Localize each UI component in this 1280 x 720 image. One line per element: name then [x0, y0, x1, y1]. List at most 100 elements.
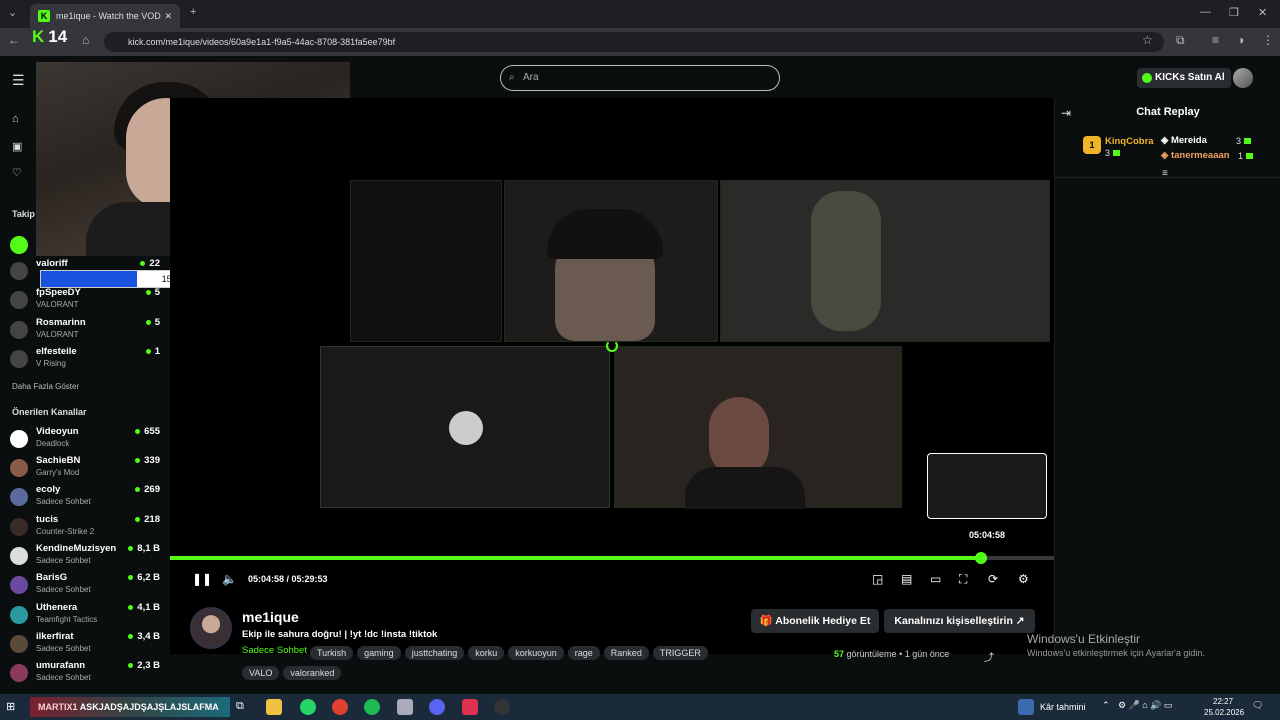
user-avatar[interactable] [1233, 68, 1253, 88]
channel-category: Sadece Sohbet [36, 673, 91, 682]
tab-list-icon[interactable]: ⌄ [8, 6, 17, 19]
browse-nav-icon[interactable]: ▣ [12, 140, 22, 153]
sidebar-channel[interactable]: Videoyun Deadlock 655 [10, 426, 160, 452]
channel-category: Sadece Sohbet [36, 585, 91, 594]
tray-chevron-icon[interactable]: ⌃ [1102, 700, 1110, 711]
new-tab-icon[interactable]: + [190, 6, 196, 18]
search-input[interactable]: ⌕ Ara [500, 65, 780, 91]
seek-preview-time: 05:04:58 [968, 530, 1006, 540]
taskbar-search[interactable]: MARTIX1 ASKJADŞAJDŞAJŞLAJSLAFMA [30, 697, 230, 717]
customize-channel-button[interactable]: Kanalınızı kişiselleştirin ↗ [884, 609, 1035, 633]
viewer-count: 339 [135, 455, 160, 466]
tag[interactable]: justtchating [404, 646, 465, 660]
sidebar-channel[interactable]: BarisG Sadece Sohbet 6,2 B [10, 572, 160, 598]
channel-name[interactable]: me1ique [242, 609, 299, 625]
customize-button-label: Kanalınızı kişiselleştirin [894, 615, 1013, 627]
restore-icon[interactable]: ❐ [1229, 6, 1239, 19]
tag-list: Turkish gaming justtchating korku korkuoyun r… [310, 643, 810, 666]
gifter-name[interactable]: KinqCobra [1105, 136, 1154, 147]
clip-icon[interactable]: ▤ [901, 572, 912, 586]
channel-avatar [10, 606, 28, 624]
whatsapp-icon[interactable] [300, 699, 316, 715]
video-player[interactable]: 05:04:58 ❚❚ 🔈 05:04:58 / 05:29:53 ◲ ▤ ▭ … [170, 98, 1054, 654]
theater-mode-icon[interactable]: ▭ [930, 572, 941, 586]
sidebar-channel[interactable]: SachieBN Garry's Mod 339 [10, 455, 160, 481]
start-icon[interactable]: ⊞ [6, 700, 15, 713]
more-menu-icon[interactable]: ⋮ [1262, 33, 1274, 47]
volume-icon[interactable]: 🔈 [222, 572, 237, 586]
tab-close-icon[interactable]: ✕ [164, 11, 172, 22]
sidebar-channel[interactable]: Uthenera Teamfight Tactics 4,1 B [10, 602, 160, 628]
bookmark-star-icon[interactable]: ☆ [1142, 33, 1153, 47]
tag[interactable]: korkuoyun [508, 646, 564, 660]
discord-icon[interactable] [429, 699, 445, 715]
window-close-icon[interactable]: ✕ [1258, 6, 1267, 19]
hamburger-menu-icon[interactable]: ☰ [12, 72, 25, 89]
channel-name: valoriff [36, 258, 68, 269]
video-frame[interactable] [170, 98, 1054, 513]
url-field[interactable]: kick.com/me1ique/videos/60a9e1a1-f9a5-44… [104, 32, 1164, 52]
fullscreen-icon[interactable]: ⛶ [959, 572, 967, 587]
tag[interactable]: rage [567, 646, 600, 660]
extensions-icon[interactable]: ⧉ [1176, 33, 1185, 48]
sidebar-channel[interactable]: umurafann Sadece Sohbet 2,3 B [10, 660, 160, 686]
home-icon[interactable]: ⌂ [82, 33, 89, 47]
gifter-badge-icon: ◈ [1161, 150, 1171, 161]
spotify-icon[interactable] [364, 699, 380, 715]
browser-tab[interactable]: K me1ique - Watch the VOD ✕ [30, 4, 180, 28]
following-nav-icon[interactable]: ♡ [12, 166, 22, 179]
back-icon[interactable]: ← [8, 33, 20, 47]
viewer-count: 8,1 B [128, 543, 160, 554]
notifications-icon[interactable]: 🗨 [1252, 700, 1263, 711]
tag[interactable]: VALO [242, 666, 280, 680]
chrome-icon[interactable] [332, 699, 348, 715]
app-icon[interactable] [397, 699, 413, 715]
sidebar-channel[interactable]: tucis Counter-Strike 2 218 [10, 514, 160, 540]
gift-subscription-button[interactable]: 🎁 Abonelik Hediye Et [751, 609, 879, 633]
task-view-icon[interactable]: ⧉ [236, 700, 244, 713]
tray-icons[interactable]: ⚙ 🎤 ⌂ 🔊 ▭ [1118, 700, 1172, 711]
sidebar-channel[interactable]: KendineMuzisyen Sadece Sohbet 8,1 B [10, 543, 160, 569]
profile-icon[interactable]: ◑ [1237, 33, 1244, 47]
valorant-icon[interactable] [462, 699, 478, 715]
tile-person-5-body [685, 467, 805, 509]
channel-avatar-large[interactable] [190, 607, 232, 649]
sidebar-channel[interactable]: Rosmarinn VALORANT 5 [10, 317, 160, 343]
tag[interactable]: Turkish [310, 646, 354, 660]
show-more-link[interactable]: Daha Fazla Göster [12, 382, 79, 391]
sidebar-channel[interactable]: fpSpeeDY VALORANT 5 [10, 287, 160, 313]
home-nav-icon[interactable]: ⌂ [12, 113, 19, 125]
playback-speed-icon[interactable]: ⟳ [988, 572, 998, 586]
weather-icon [1018, 699, 1034, 715]
gift-button-label: Abonelik Hediye Et [775, 615, 871, 627]
tag[interactable]: valoranked [283, 666, 342, 680]
sidebar-channel[interactable]: ecoly Sadece Sohbet 269 [10, 484, 160, 510]
obs-icon[interactable] [494, 699, 510, 715]
pause-icon[interactable]: ❚❚ [192, 572, 212, 586]
sidebar-channel[interactable]: ilkerfirat Sadece Sohbet 3,4 B [10, 631, 160, 657]
minimize-icon[interactable]: — [1200, 6, 1211, 18]
media-control-icon[interactable]: ≡ [1212, 33, 1219, 47]
video-stats: 57 görüntüleme • 1 gün önce [834, 649, 949, 659]
address-bar-row: kick.com/me1ique/videos/60a9e1a1-f9a5-44… [0, 28, 1280, 56]
stream-category[interactable]: Sadece Sohbet [242, 645, 307, 656]
progress-bar[interactable] [170, 552, 1054, 564]
expand-gifters-icon[interactable]: ≡ [1162, 168, 1168, 179]
tag[interactable]: korku [468, 646, 505, 660]
gifter-badge-icon: ◈ [1161, 135, 1171, 146]
weather-text[interactable]: Kâr tahmini [1040, 702, 1086, 712]
settings-gear-icon[interactable]: ⚙ [1018, 572, 1029, 586]
channel-name: SachieBN [36, 455, 81, 466]
file-explorer-icon[interactable] [266, 699, 282, 715]
buy-kicks-button[interactable]: KICKs Satın Al [1137, 68, 1231, 88]
gifter-name[interactable]: ◈ Mereida [1161, 135, 1207, 146]
view-count: 57 [834, 649, 845, 659]
gifter-name[interactable]: ◈ tanermeaaan [1161, 150, 1230, 161]
sidebar-channel[interactable]: elfesteile V Rising 1 [10, 346, 160, 372]
tag[interactable]: TRIGGER [652, 646, 708, 660]
miniplayer-icon[interactable]: ◲ [872, 572, 883, 586]
tag[interactable]: gaming [357, 646, 401, 660]
progress-handle[interactable] [974, 552, 987, 564]
tag[interactable]: Ranked [603, 646, 649, 660]
share-icon[interactable]: ⤴ [984, 649, 994, 664]
